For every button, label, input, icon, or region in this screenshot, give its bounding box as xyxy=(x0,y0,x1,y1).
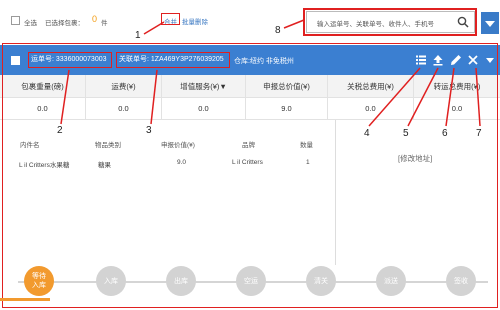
step-signed: 签收 xyxy=(446,266,476,296)
step-awaiting-inbound: 等待 入库 xyxy=(24,266,54,296)
step-air-freight: 空运 xyxy=(236,266,266,296)
step-customs: 清关 xyxy=(306,266,336,296)
selected-unit: 件 xyxy=(101,20,108,27)
search-icon[interactable] xyxy=(457,16,469,28)
batch-delete-link[interactable]: 批量删除 xyxy=(182,16,208,26)
progress-active-underline xyxy=(0,298,50,301)
selected-label: 已选择包裹： xyxy=(45,20,84,27)
step-outbound: 出库 xyxy=(166,266,196,296)
annotation-arrow-8 xyxy=(283,19,305,29)
toolbar: 全选 已选择包裹： 0 件 合并 批量删除 输入运单号、关联单号、收件人、手机号 xyxy=(0,0,500,42)
select-all-label: 全选 xyxy=(24,20,37,27)
step-inbound: 入库 xyxy=(96,266,126,296)
chevron-down-icon xyxy=(485,21,495,27)
dropdown-button[interactable] xyxy=(481,12,499,34)
step-delivery: 派送 xyxy=(376,266,406,296)
search-placeholder: 输入运单号、关联单号、收件人、手机号 xyxy=(317,21,434,28)
annotation-8: 8 xyxy=(275,25,281,36)
selected-count: 0 xyxy=(92,14,98,24)
search-input[interactable]: 输入运单号、关联单号、收件人、手机号 xyxy=(306,11,475,33)
select-all-checkbox[interactable] xyxy=(11,16,20,25)
annotation-arrow-1 xyxy=(143,21,165,35)
